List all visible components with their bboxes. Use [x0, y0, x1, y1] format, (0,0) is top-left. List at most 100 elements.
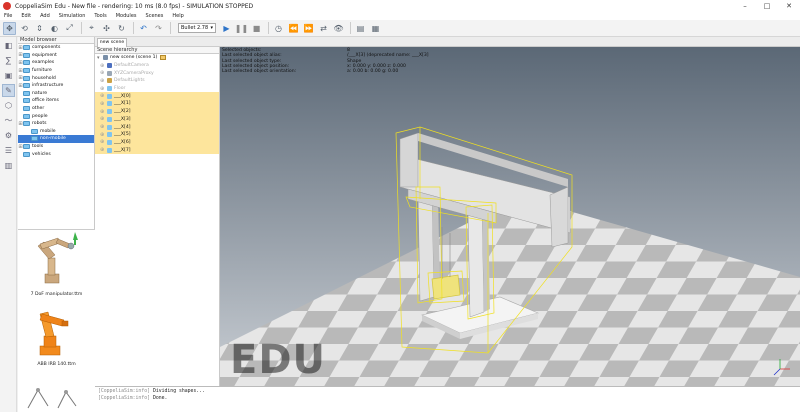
expand-icon[interactable]: ⊕ — [100, 78, 106, 84]
scene-object-properties-icon[interactable]: ▤ — [354, 22, 367, 35]
realtime-mode-icon[interactable]: ◷ — [272, 22, 285, 35]
camera-rotate-icon[interactable]: ⟲ — [18, 22, 31, 35]
folder-icon — [23, 52, 30, 58]
expand-icon[interactable]: ⊕ — [100, 63, 106, 69]
collections-icon[interactable]: ▣ — [2, 69, 15, 82]
scene-object-item[interactable]: ⊕ ___X[3] — [95, 115, 219, 124]
play-icon[interactable]: ▶ — [220, 22, 233, 35]
model-browser-icon[interactable]: ☰ — [2, 144, 15, 157]
calculation-modules-icon[interactable]: ▦ — [369, 22, 382, 35]
model-folder-item[interactable]: ⊞ equipment — [18, 52, 94, 60]
menu-modules[interactable]: Modules — [116, 13, 137, 19]
camera-shift-icon[interactable]: ⇕ — [33, 22, 46, 35]
model-folder-label: furniture — [32, 68, 52, 74]
pause-icon[interactable]: ❚❚ — [235, 22, 248, 35]
scene-object-item[interactable]: ⊕ Floor — [95, 85, 219, 93]
shape-edit-icon[interactable]: ⬡ — [2, 99, 15, 112]
scripts-icon[interactable]: ✎ — [2, 84, 15, 97]
undo-icon[interactable]: ↶ — [137, 22, 150, 35]
scene-hierarchy-header: Scene hierarchy — [95, 47, 219, 54]
expand-icon[interactable]: ▾ — [97, 55, 102, 61]
viewport-render — [220, 47, 800, 386]
object-shift-icon[interactable]: ✣ — [100, 22, 113, 35]
model-folder-item[interactable]: ⊞ household — [18, 74, 94, 82]
menu-help[interactable]: Help — [172, 13, 183, 19]
scene-object-item[interactable]: ⊕ ___X[0] — [95, 92, 219, 101]
info-value: /___X[3] (deprecated name: ___X[3] — [347, 53, 429, 59]
menu-tools[interactable]: Tools — [94, 13, 106, 19]
object-rotate-icon[interactable]: ↻ — [115, 22, 128, 35]
scene-object-item[interactable]: ⊕ DefaultCamera — [95, 62, 219, 70]
scene-tab-bar: new scene — [95, 37, 800, 47]
expand-icon[interactable]: ⊕ — [100, 124, 106, 130]
model-thumbnail[interactable]: ABB IRB 140.ttm — [18, 300, 95, 370]
close-button[interactable]: ✕ — [778, 0, 800, 12]
calculation-icon[interactable]: ∑ — [2, 54, 15, 67]
path-edit-icon[interactable]: 〜 — [2, 114, 15, 127]
scene-object-item[interactable]: ⊕ ___X[2] — [95, 107, 219, 116]
expand-icon[interactable]: ⊕ — [100, 116, 106, 122]
scene-object-item[interactable]: ⊕ ___X[7] — [95, 146, 219, 154]
selection-icon[interactable]: ⚙ — [2, 129, 15, 142]
scene-root-label: new scene (scene 1) — [110, 55, 158, 61]
expand-icon[interactable]: ⊕ — [100, 109, 106, 115]
object-properties-icon[interactable]: ◧ — [2, 39, 15, 52]
model-folder-item[interactable]: mobile — [18, 128, 94, 136]
expand-icon[interactable]: ⊕ — [100, 70, 106, 76]
camera-angle-icon[interactable]: ◐ — [48, 22, 61, 35]
menu-simulation[interactable]: Simulation — [59, 13, 86, 19]
scene-viewport[interactable]: Selected objects: 8 Last selected object a… — [220, 47, 800, 386]
maximize-button[interactable]: □ — [756, 0, 778, 12]
expand-icon[interactable]: ⊕ — [100, 93, 106, 99]
thread-render-icon[interactable]: ⇄ — [317, 22, 330, 35]
fit-to-view-icon[interactable]: ⤢ — [63, 22, 76, 35]
expand-icon[interactable]: ⊕ — [100, 147, 106, 153]
speed-up-icon[interactable]: ⏩ — [302, 22, 315, 35]
physics-engine-select[interactable]: Bullet 2.78 ▾ — [178, 23, 216, 33]
window-title: CoppeliaSim Edu - New file - rendering: … — [15, 2, 254, 10]
scene-object-item[interactable]: ⊕ DefaultLights — [95, 77, 219, 85]
model-folder-item[interactable]: ⊞ components — [18, 44, 94, 52]
menu-file[interactable]: File — [4, 13, 12, 19]
stop-icon[interactable]: ■ — [250, 22, 263, 35]
model-folder-item[interactable]: nature — [18, 90, 94, 98]
menu-scenes[interactable]: Scenes — [146, 13, 164, 19]
menu-edit[interactable]: Edit — [21, 13, 31, 19]
scene-object-item[interactable]: ⊕ ___X[6] — [95, 138, 219, 147]
scene-object-item[interactable]: ⊕ ___X[1] — [95, 100, 219, 108]
model-folder-item[interactable]: people — [18, 112, 94, 120]
redo-icon[interactable]: ↷ — [152, 22, 165, 35]
object-type-icon — [107, 132, 112, 138]
model-folder-item[interactable]: ⊞ examples — [18, 59, 94, 67]
script-icon[interactable] — [160, 55, 167, 61]
scene-object-label: ___X[4] — [114, 124, 131, 130]
console-message: Done. — [152, 395, 168, 401]
model-folder-item[interactable]: ⊞ tools — [18, 143, 94, 151]
tab-new-scene[interactable]: new scene — [97, 38, 127, 47]
visualization-toggle-icon[interactable]: 👁 — [332, 22, 345, 35]
model-folder-item[interactable]: non-mobile — [18, 135, 94, 143]
scene-object-item[interactable]: ⊕ ___X[4] — [95, 123, 219, 131]
scene-object-item[interactable]: ⊕ XYZCameraProxy — [95, 69, 219, 77]
model-thumbnail[interactable]: 7 DoF manipulator.ttm — [18, 230, 95, 300]
model-folder-item[interactable]: office items — [18, 97, 94, 105]
scene-hierarchy-icon[interactable]: ▥ — [2, 159, 15, 172]
expand-icon[interactable]: ⊕ — [100, 132, 106, 138]
model-folder-label: tools — [32, 144, 44, 150]
model-folder-item[interactable]: other — [18, 105, 94, 113]
model-folder-item[interactable]: vehicles — [18, 150, 94, 158]
expand-icon[interactable]: ⊕ — [100, 101, 106, 107]
model-folder-item[interactable]: ⊞ furniture — [18, 67, 94, 75]
camera-pan-icon[interactable]: ✥ — [3, 21, 16, 35]
menu-add[interactable]: Add — [40, 13, 50, 19]
folder-icon — [31, 136, 38, 142]
scene-root-item[interactable]: ▾ new scene (scene 1) — [95, 54, 219, 62]
scene-object-item[interactable]: ⊕ ___X[5] — [95, 130, 219, 139]
model-folder-item[interactable]: ⊞ robots — [18, 120, 94, 128]
model-folder-item[interactable]: ⊞ infrastructure — [18, 82, 94, 90]
click-select-icon[interactable]: ⌖ — [85, 22, 98, 35]
expand-icon[interactable]: ⊕ — [100, 139, 106, 145]
slow-down-icon[interactable]: ⏪ — [287, 22, 300, 35]
minimize-button[interactable]: – — [734, 0, 756, 12]
expand-icon[interactable]: ⊕ — [100, 86, 106, 92]
